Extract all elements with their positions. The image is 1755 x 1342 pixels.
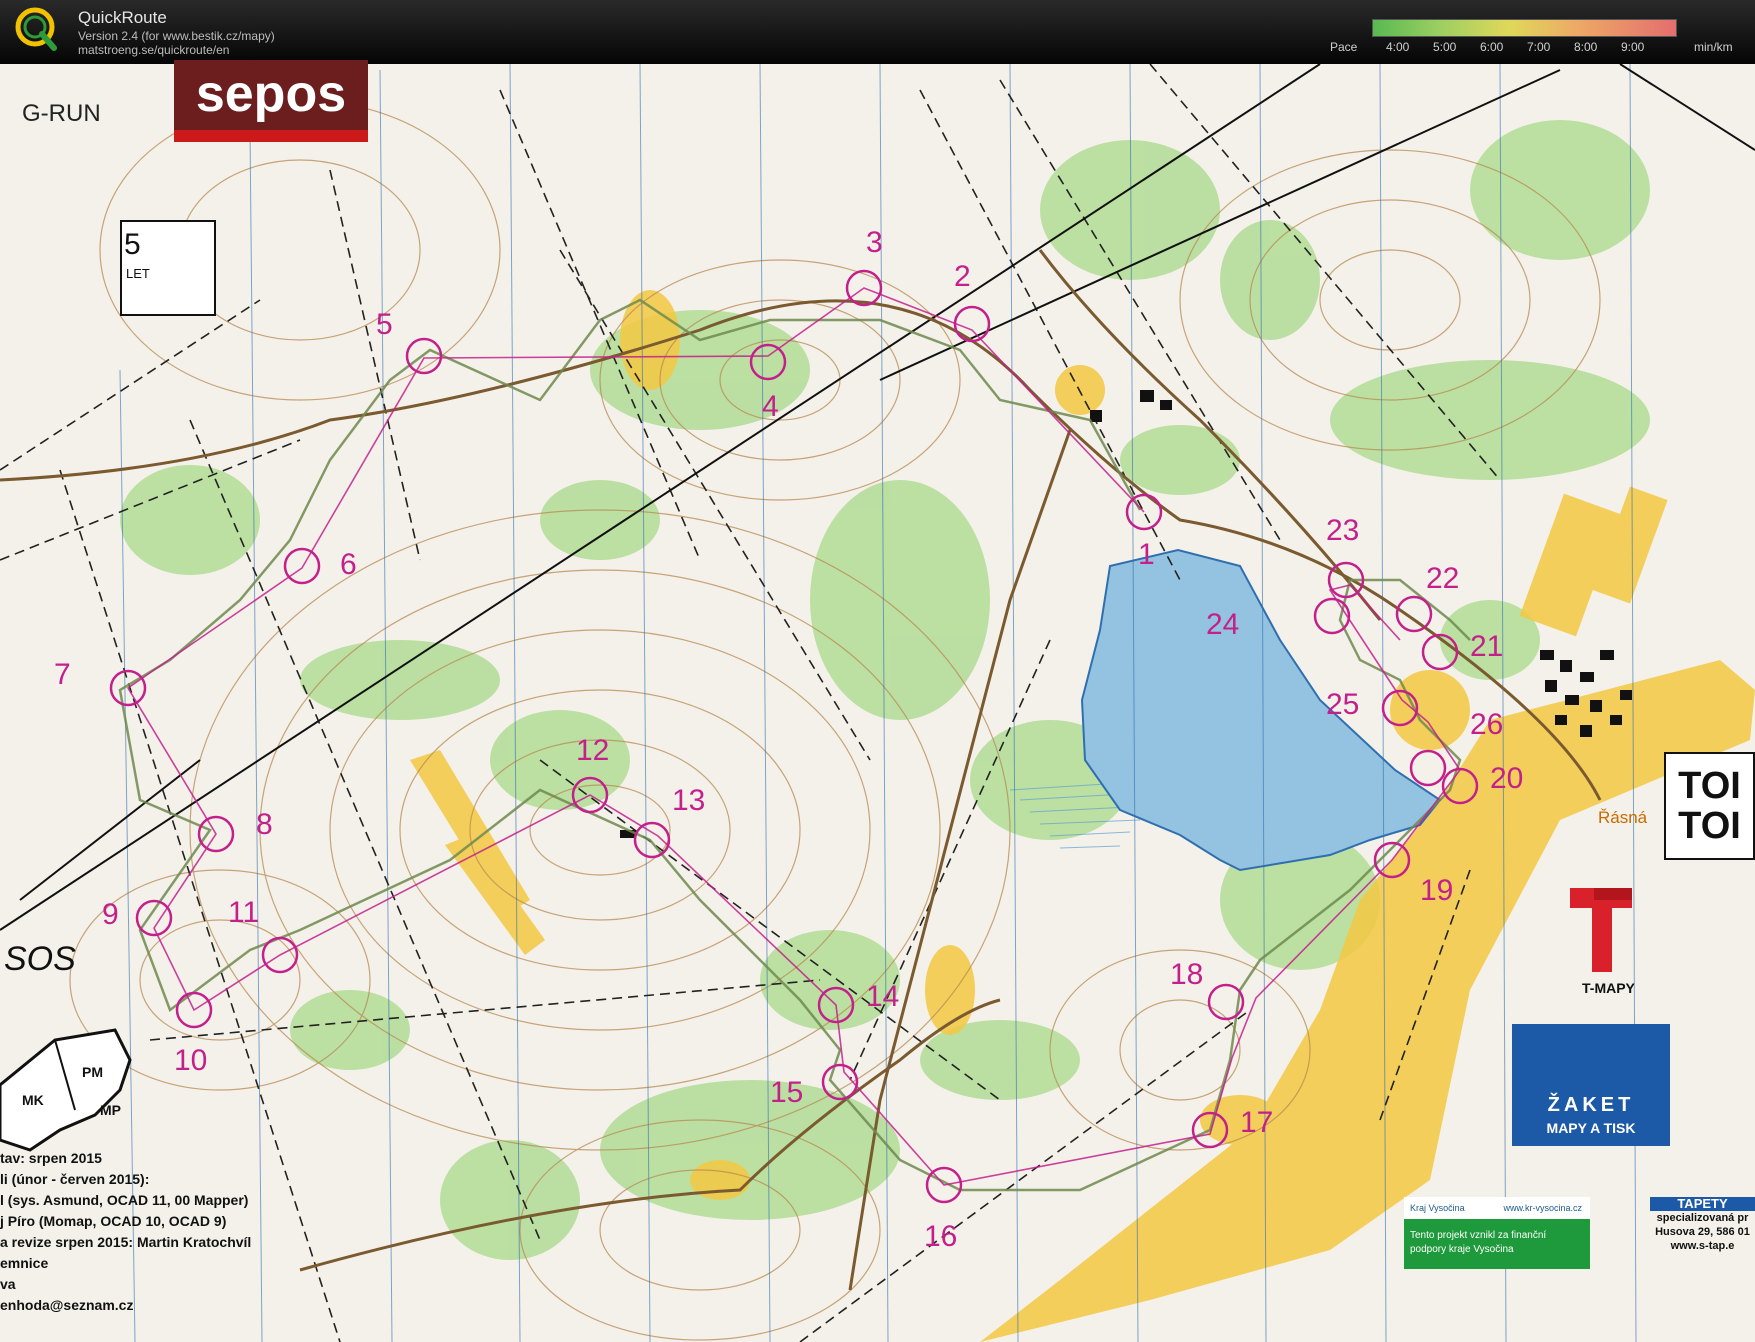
pace-label: Pace (1330, 40, 1358, 54)
pace-tick: 6:00 (1480, 40, 1504, 54)
control-label: 19 (1420, 874, 1454, 907)
control-label: 26 (1470, 708, 1504, 741)
pace-tick: 8:00 (1574, 40, 1598, 54)
control-label: 10 (174, 1044, 208, 1077)
vysocina-text: Tento projekt vznikl za finanční podpory… (1410, 1230, 1547, 1255)
quickroute-logo-icon (15, 7, 57, 51)
app-version: Version 2.4 (for www.bestik.cz/mapy) (78, 29, 275, 43)
control-label: 17 (1240, 1106, 1274, 1139)
control-label: 13 (672, 784, 706, 817)
place-name: Řásná (1598, 808, 1648, 827)
control-label: 23 (1326, 514, 1360, 547)
control-label: 18 (1170, 958, 1204, 991)
logo-jihlave: V JIHLAVĚ (148, 282, 198, 293)
pace-tick: 5:00 (1433, 40, 1457, 54)
logo-number: 5 (124, 228, 141, 261)
map-info-block: tav: srpen 2015 li (únor - červen 2015):… (0, 1148, 251, 1316)
control-label: 11 (228, 896, 260, 929)
control-label: 2 (954, 260, 971, 293)
toi-toi-logo: TOI TOI (1664, 752, 1755, 860)
info-line: l (sys. Asmund, OCAD 11, 00 Mapper) (0, 1192, 249, 1208)
quickroute-window: QuickRoute Version 2.4 (for www.bestik.c… (0, 0, 1755, 1342)
control-label: 16 (924, 1220, 958, 1253)
control-label: 8 (256, 808, 273, 841)
app-title: QuickRoute (78, 8, 167, 27)
control-label: 20 (1490, 762, 1524, 795)
control-label: 3 (866, 226, 883, 259)
pace-tick: 9:00 (1621, 40, 1645, 54)
control-label: 12 (576, 734, 610, 767)
vysocina-url: www.kr-vysocina.cz (1503, 1203, 1582, 1213)
pace-tick: 7:00 (1527, 40, 1551, 54)
toi-line: TOI (1678, 805, 1741, 847)
ob-jihlava-logo: 5 OB LET V JIHLAVĚ 1965-2015 (120, 220, 216, 316)
control-label: 1 (1138, 538, 1155, 571)
tapety-line: www.s-tap.e (1670, 1240, 1735, 1252)
vysocina-name: Kraj Vysočina (1410, 1203, 1465, 1213)
inset-label: MP (100, 1102, 121, 1118)
control-label: 7 (54, 658, 71, 691)
inset-label: PM (82, 1064, 103, 1080)
control-label: 15 (770, 1076, 804, 1109)
sos-logo: SOS (4, 940, 76, 978)
vysocina-header: Kraj Vysočina www.kr-vysocina.cz (1404, 1197, 1590, 1219)
zaket-name: ŽAKET (1547, 1094, 1635, 1116)
tapety-line: Husova 29, 586 01 (1655, 1226, 1750, 1238)
grun-logo: G-RUN (22, 100, 101, 127)
pace-tick: 4:00 (1386, 40, 1410, 54)
info-line: enhoda@seznam.cz (0, 1297, 134, 1313)
app-url: matstroeng.se/quickroute/en (78, 43, 230, 57)
info-line: emnice (0, 1255, 49, 1271)
info-line: j Píro (Momap, OCAD 10, OCAD 9) (0, 1213, 227, 1229)
logo-let: LET (126, 266, 150, 281)
zaket-subtitle: MAPY A TISK (1546, 1120, 1636, 1136)
pace-unit: min/km (1694, 40, 1733, 54)
sepos-logo: sepos (174, 60, 368, 142)
control-label: 9 (102, 898, 119, 931)
info-line: va (0, 1276, 16, 1292)
control-label: 6 (340, 548, 357, 581)
info-line: tav: srpen 2015 (0, 1150, 102, 1166)
control-label: 21 (1470, 630, 1504, 663)
toi-line: TOI (1678, 765, 1741, 807)
control-label: 22 (1426, 562, 1460, 595)
header-bar: QuickRoute Version 2.4 (for www.bestik.c… (0, 0, 1755, 64)
info-line: a revize srpen 2015: Martin Kratochvíl (0, 1234, 252, 1250)
control-label: 24 (1206, 608, 1240, 641)
logo-ob: OB (174, 228, 204, 250)
tapety-line: specializovaná pr (1656, 1212, 1749, 1224)
logo-years: 1965-2015 (156, 300, 200, 310)
tapety-title: TAPETY (1650, 1197, 1755, 1211)
control-label: 5 (376, 308, 393, 341)
control-label: 4 (762, 390, 779, 423)
tmapy-label: T-MAPY (1582, 980, 1635, 996)
control-label: 14 (866, 980, 900, 1013)
info-line: li (únor - červen 2015): (0, 1171, 150, 1187)
control-label: 25 (1326, 688, 1360, 721)
pace-color-bar (1372, 19, 1677, 37)
tapety-ad: TAPETY specializovaná pr Husova 29, 586 … (1650, 1197, 1755, 1253)
inset-label: MK (22, 1092, 44, 1108)
vysocina-banner: Kraj Vysočina www.kr-vysocina.cz Tento p… (1404, 1197, 1590, 1269)
zaket-logo: ŽAKET MAPY A TISK (1512, 1024, 1670, 1146)
